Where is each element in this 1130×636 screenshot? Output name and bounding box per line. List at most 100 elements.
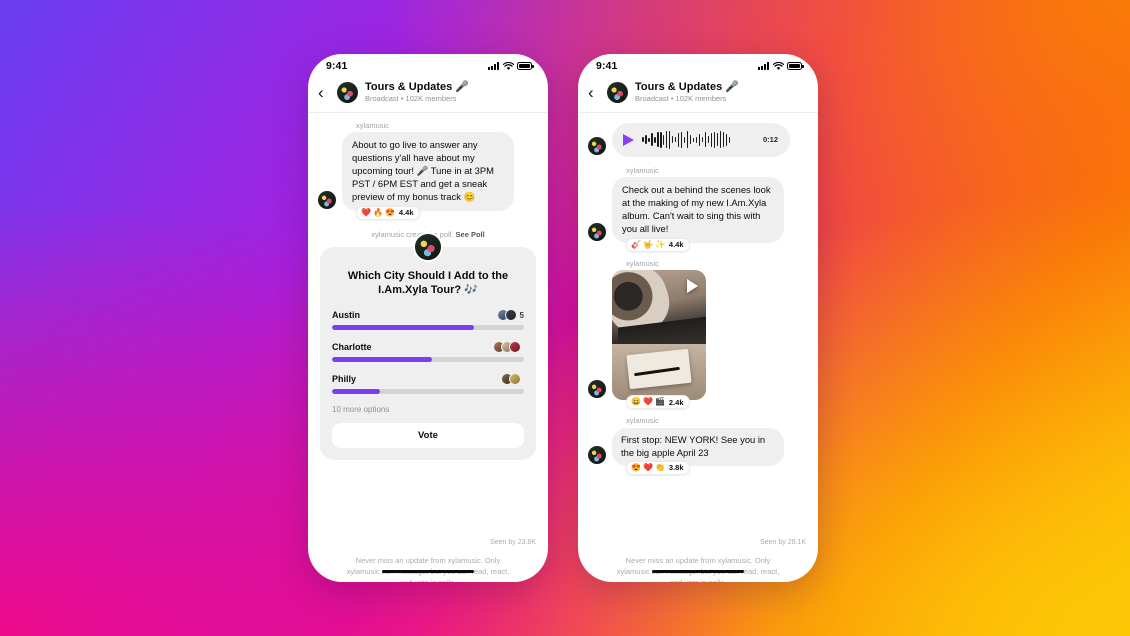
poll-note-text: xylamusic created a poll.	[371, 229, 454, 239]
avatar	[588, 445, 606, 464]
reaction-pill[interactable]: 😄 ❤️ 🎬 2.4k	[626, 395, 690, 410]
poll-option[interactable]: Austin 5	[332, 309, 524, 331]
message-row: About to go live to answer any questions…	[318, 132, 538, 211]
poll-option[interactable]: Charlotte	[332, 341, 524, 363]
poll-option-bar	[332, 357, 524, 363]
channel-avatar[interactable]	[607, 81, 628, 103]
channel-subtitle: Broadcast • 102K members	[365, 93, 457, 103]
poll-option-label: Philly	[332, 374, 357, 385]
poll-option-bar	[332, 325, 524, 331]
reaction-emoji: 🤟	[642, 239, 653, 249]
channel-subtitle: Broadcast • 102K members	[635, 93, 727, 103]
poll-option-bar	[332, 389, 524, 395]
poll-wrapper: Which City Should I Add to the I.Am.Xyla…	[320, 231, 536, 461]
home-indicator	[382, 569, 474, 573]
back-chevron-icon[interactable]: ‹	[588, 84, 600, 101]
video-thumbnail[interactable]	[612, 270, 706, 401]
background-gradient: 9:41 ‹ Tours & Updates 🎤 Broadcast • 102…	[0, 0, 1130, 636]
reaction-emoji: ❤️	[642, 397, 653, 407]
broadcast-disclaimer: Never miss an update from xylamusic. Onl…	[346, 556, 510, 582]
reaction-pill[interactable]: 🎸 🤟 ✨ 4.4k	[626, 237, 690, 252]
channel-avatar[interactable]	[337, 81, 358, 103]
see-poll-link[interactable]: See Poll	[456, 230, 485, 239]
avatar	[588, 222, 606, 241]
avatar	[318, 190, 336, 209]
message-thread-right: 0:12 xylamusic Check out a behind the sc…	[578, 113, 818, 582]
audio-message[interactable]: 0:12	[612, 122, 790, 157]
reaction-emoji: 🎬	[654, 397, 665, 407]
poll-option[interactable]: Philly	[332, 373, 524, 395]
broadcast-disclaimer: Never miss an update from xylamusic. Onl…	[616, 556, 780, 582]
message-bubble[interactable]: About to go live to answer any questions…	[342, 132, 514, 211]
poll-option-label: Austin	[332, 310, 360, 321]
reaction-pill[interactable]: 😍 ❤️ 👏 3.8k	[626, 460, 690, 475]
poll-voter-avatars	[496, 309, 517, 322]
wifi-icon	[772, 61, 784, 70]
signal-bars-icon	[488, 62, 499, 70]
signal-bars-icon	[758, 62, 769, 70]
audio-waveform	[642, 130, 755, 149]
avatar	[588, 380, 606, 399]
message-sender: xylamusic	[626, 416, 659, 426]
message-sender: xylamusic	[626, 165, 659, 175]
reaction-emoji: 🎸	[631, 239, 641, 249]
page-title: Tours & Updates 🎤	[635, 81, 739, 94]
phone-right: 9:41 ‹ Tours & Updates 🎤 Broadcast • 102…	[578, 54, 818, 582]
poll-voter-avatars	[493, 341, 521, 354]
reaction-emoji: 🔥	[372, 207, 383, 217]
reaction-count: 4.4k	[668, 240, 684, 250]
battery-icon	[517, 62, 534, 70]
microphone-icon: 🎤	[455, 81, 469, 93]
reaction-emoji: 😄	[631, 397, 641, 407]
home-indicator	[652, 569, 744, 573]
status-bar: 9:41	[578, 54, 818, 78]
video-message[interactable]	[612, 270, 706, 401]
reaction-count: 2.4k	[668, 397, 684, 407]
avatar	[588, 136, 606, 155]
status-icons	[488, 61, 534, 71]
reaction-emoji: ❤️	[642, 462, 653, 472]
message-thread-left: xylamusic About to go live to answer any…	[308, 113, 548, 582]
chat-header: ‹ Tours & Updates 🎤 Broadcast • 102K mem…	[308, 78, 548, 113]
message-row: First stop: NEW YORK! See you in the big…	[588, 427, 808, 466]
reaction-pill[interactable]: ❤️ 🔥 😍 4.4k	[356, 205, 420, 220]
reaction-emoji: 👏	[654, 462, 665, 472]
poll-card: Which City Should I Add to the I.Am.Xyla…	[320, 246, 536, 461]
microphone-icon: 🎤	[725, 81, 739, 93]
battery-icon	[787, 62, 804, 70]
poll-author-avatar	[413, 231, 443, 262]
back-chevron-icon[interactable]: ‹	[318, 84, 330, 101]
message-sender: xylamusic	[626, 258, 659, 268]
poll-voter-avatars	[501, 373, 521, 386]
reaction-emoji: ✨	[654, 239, 665, 249]
vote-button[interactable]: Vote	[332, 423, 524, 449]
status-time: 9:41	[326, 60, 348, 72]
play-icon[interactable]	[623, 133, 634, 146]
channel-name: Tours & Updates	[365, 81, 453, 93]
video-play-icon[interactable]	[687, 279, 698, 294]
poll-option-label: Charlotte	[332, 342, 372, 353]
phone-left: 9:41 ‹ Tours & Updates 🎤 Broadcast • 102…	[308, 54, 548, 582]
reaction-count: 3.8k	[668, 463, 684, 473]
message-bubble[interactable]: First stop: NEW YORK! See you in the big…	[612, 427, 784, 466]
channel-name: Tours & Updates	[635, 81, 723, 93]
reaction-emoji: ❤️	[361, 207, 371, 217]
message-bubble[interactable]: Check out a behind the scenes look at th…	[612, 177, 784, 243]
status-time: 9:41	[596, 60, 618, 72]
reaction-emoji: 😍	[631, 462, 641, 472]
reaction-count: 4.4k	[398, 208, 414, 218]
page-title: Tours & Updates 🎤	[365, 81, 469, 94]
message-sender: xylamusic	[356, 120, 389, 130]
status-bar: 9:41	[308, 54, 548, 78]
seen-by-label: Seen by 23.8K	[490, 539, 536, 547]
status-icons	[758, 61, 804, 71]
video-message-row	[588, 270, 808, 401]
poll-option-count: 5	[519, 310, 524, 320]
poll-more-options[interactable]: 10 more options	[332, 405, 524, 414]
seen-by-label: Seen by 28.1K	[760, 539, 806, 547]
wifi-icon	[502, 61, 514, 70]
message-row: Check out a behind the scenes look at th…	[588, 177, 808, 243]
chat-header: ‹ Tours & Updates 🎤 Broadcast • 102K mem…	[578, 78, 818, 113]
audio-message-row: 0:12	[588, 122, 808, 157]
audio-duration: 0:12	[762, 135, 778, 145]
